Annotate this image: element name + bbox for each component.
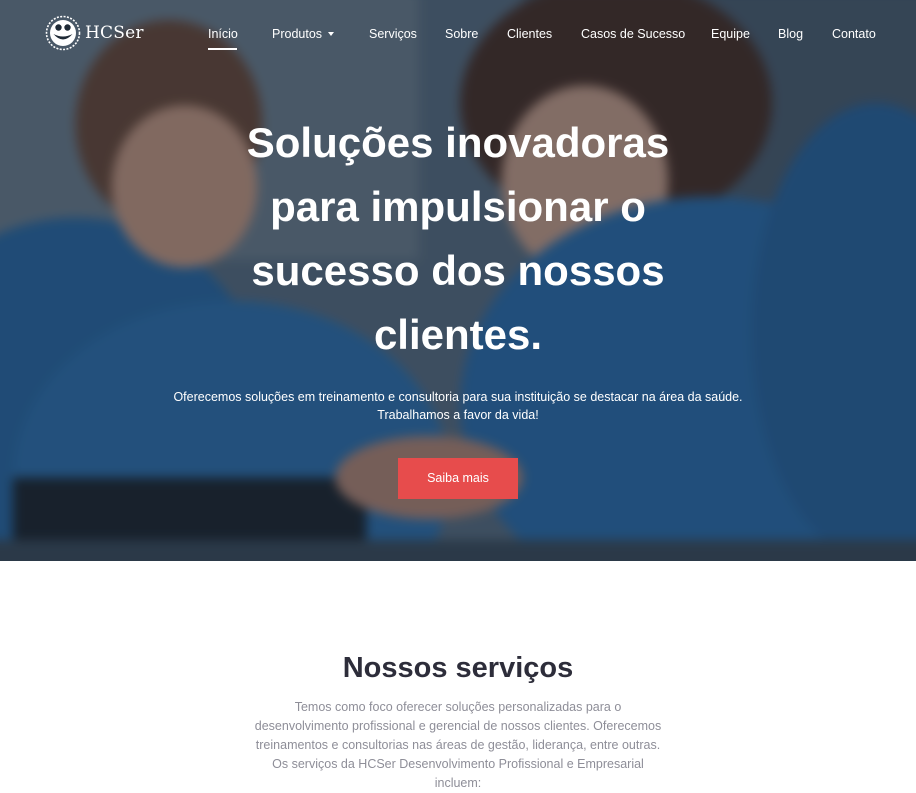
hero-title: Soluções inovadoras para impulsionar o s… — [246, 119, 670, 358]
nav-item-servicos[interactable]: Serviços — [369, 26, 417, 42]
hero-section: HCSer Início Produtos Serviços Sobre Cli… — [0, 0, 916, 561]
nav-item-contato[interactable]: Contato — [832, 26, 876, 42]
nav-item-clientes[interactable]: Clientes — [507, 26, 552, 42]
saiba-mais-button[interactable]: Saiba mais — [398, 458, 518, 499]
nav-item-produtos-label: Produtos — [272, 27, 323, 41]
nav-active-indicator — [208, 48, 237, 50]
nav-item-inicio[interactable]: Início — [208, 26, 238, 42]
nav-item-casos-de-sucesso[interactable]: Casos de Sucesso — [581, 26, 685, 42]
nav-item-equipe[interactable]: Equipe — [711, 26, 750, 42]
hero-subtitle: Oferecemos soluções em treinamento e con… — [150, 388, 766, 424]
hero-subtitle-line-1: Oferecemos soluções em treinamento e con… — [173, 390, 743, 404]
hero-subtitle-line-2: Trabalhamos a favor da vida! — [377, 408, 539, 422]
nav-item-produtos[interactable]: Produtos — [272, 26, 335, 42]
brand-logo[interactable]: HCSer — [45, 15, 144, 51]
services-description: Temos como foco oferecer soluções person… — [254, 700, 662, 790]
hcser-logo-icon — [45, 15, 81, 51]
caret-down-icon — [328, 31, 335, 36]
services-title: Nossos serviços — [342, 652, 574, 684]
brand-name: HCSer — [85, 23, 144, 43]
nav-item-sobre[interactable]: Sobre — [445, 26, 478, 42]
top-navbar: HCSer Início Produtos Serviços Sobre Cli… — [0, 0, 916, 68]
nav-item-blog[interactable]: Blog — [778, 26, 803, 42]
